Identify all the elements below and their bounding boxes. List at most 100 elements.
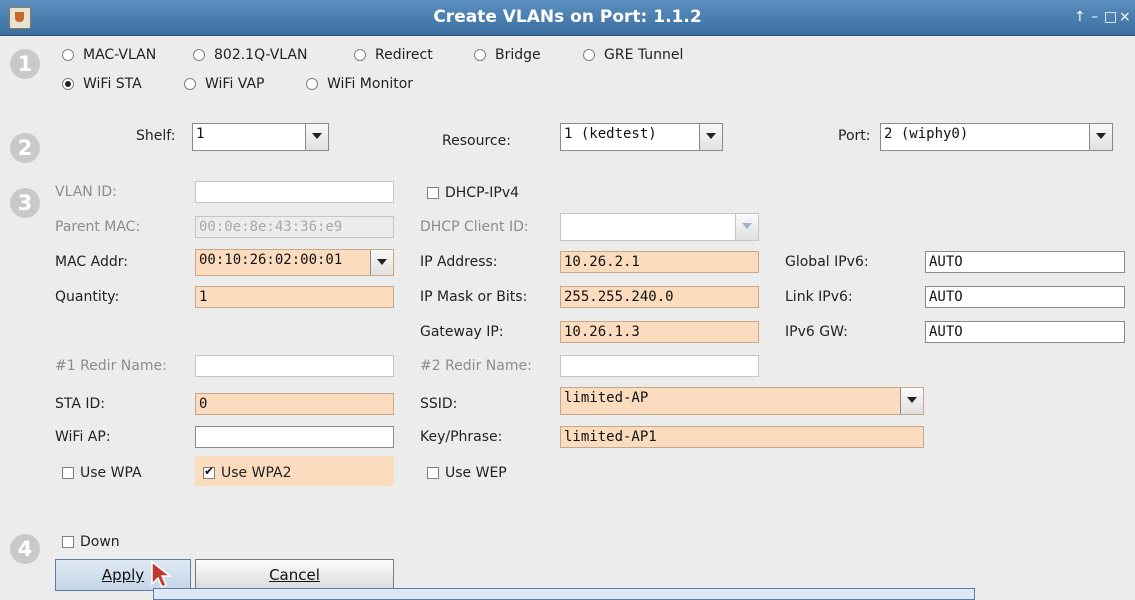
apply-button-label: Apply (101, 566, 145, 584)
checkbox-box-checked (203, 464, 215, 479)
dhcp-client-select (560, 213, 759, 241)
dhcp-ipv4-checkbox[interactable]: DHCP-IPv4 (427, 185, 519, 201)
close-icon[interactable]: × (1119, 8, 1131, 26)
shelf-label: Shelf: (136, 128, 176, 144)
vlan-id-label: VLAN ID: (55, 184, 117, 200)
chevron-down-icon[interactable] (370, 250, 393, 275)
redir2-field[interactable] (560, 355, 759, 377)
radio-label: Bridge (495, 47, 541, 63)
quantity-label: Quantity: (55, 289, 120, 305)
radio-circle (184, 78, 196, 90)
mac-addr-label: MAC Addr: (55, 254, 128, 270)
link-ipv6-label: Link IPv6: (785, 289, 853, 305)
radio-label: WiFi VAP (205, 76, 265, 92)
radio-8021q-vlan[interactable]: 802.1Q-VLAN (193, 47, 307, 63)
radio-redirect[interactable]: Redirect (354, 47, 433, 63)
use-wep-checkbox[interactable]: Use WEP (427, 465, 507, 481)
radio-label: MAC-VLAN (83, 47, 157, 63)
chevron-down-icon (735, 214, 758, 240)
minimize-icon[interactable]: – (1091, 8, 1098, 26)
ipv6-gw-label: IPv6 GW: (785, 324, 848, 340)
ip-address-field[interactable]: 10.26.2.1 (560, 251, 759, 273)
radio-circle (193, 49, 205, 61)
checkbox-box (62, 536, 74, 548)
wifi-ap-field[interactable] (195, 426, 394, 448)
radio-circle (306, 78, 318, 90)
global-ipv6-label: Global IPv6: (785, 254, 869, 270)
radio-label: WiFi Monitor (327, 76, 414, 92)
redir1-field[interactable] (195, 355, 394, 377)
chevron-down-icon[interactable] (305, 124, 328, 150)
step-1-badge: 1 (10, 49, 40, 79)
redir1-label: #1 Redir Name: (55, 358, 167, 374)
radio-wifi-monitor[interactable]: WiFi Monitor (306, 76, 413, 92)
ip-mask-field[interactable]: 255.255.240.0 (560, 286, 759, 308)
ssid-label: SSID: (420, 396, 458, 412)
step-4-badge: 4 (10, 534, 40, 564)
radio-bridge[interactable]: Bridge (474, 47, 541, 63)
ip-mask-label: IP Mask or Bits: (420, 289, 528, 305)
radio-mac-vlan[interactable]: MAC-VLAN (62, 47, 156, 63)
shelf-value: 1 (196, 126, 205, 142)
radio-gre-tunnel[interactable]: GRE Tunnel (583, 47, 683, 63)
radio-label: GRE Tunnel (604, 47, 684, 63)
maximize-icon[interactable]: □ (1104, 8, 1117, 26)
sta-id-field[interactable]: 0 (195, 393, 394, 415)
checkbox-box (427, 467, 439, 479)
gateway-ip-label: Gateway IP: (420, 324, 504, 340)
cancel-button-label: Cancel (269, 566, 320, 584)
checkbox-label: Use WEP (445, 465, 507, 481)
wifi-ap-label: WiFi AP: (55, 429, 111, 445)
resource-select[interactable]: 1 (kedtest) (560, 123, 723, 151)
title-bar: Create VLANs on Port: 1.1.2 ↑ – □ × (0, 0, 1135, 36)
radio-circle (62, 49, 74, 61)
mac-addr-select[interactable]: 00:10:26:02:00:01 (195, 249, 394, 276)
step-2-badge: 2 (10, 133, 40, 163)
quantity-field[interactable]: 1 (195, 286, 394, 308)
radio-circle (474, 49, 486, 61)
dhcp-client-label: DHCP Client ID: (420, 219, 529, 235)
checkbox-label: Down (80, 534, 120, 550)
vlan-id-field[interactable] (195, 181, 394, 203)
resource-label: Resource: (442, 133, 511, 149)
parent-mac-label: Parent MAC: (55, 219, 141, 235)
restore-icon[interactable]: ↑ (1074, 8, 1086, 26)
use-wpa2-checkbox[interactable]: Use WPA2 (203, 464, 292, 481)
use-wpa-checkbox[interactable]: Use WPA (62, 465, 142, 481)
mac-addr-value: 00:10:26:02:00:01 (199, 252, 343, 268)
radio-label: WiFi STA (83, 76, 142, 92)
chevron-down-icon[interactable] (1089, 124, 1112, 150)
radio-label: Redirect (375, 47, 433, 63)
ip-address-label: IP Address: (420, 254, 498, 270)
key-phrase-field[interactable]: limited-AP1 (560, 426, 924, 448)
resource-value: 1 (kedtest) (564, 126, 657, 142)
ssid-select[interactable]: limited-AP (560, 387, 924, 415)
checkbox-box (62, 467, 74, 479)
parent-mac-field: 00:0e:8e:43:36:e9 (195, 216, 394, 238)
checkbox-label: Use WPA (80, 465, 142, 481)
checkbox-label: DHCP-IPv4 (445, 185, 520, 201)
radio-circle (354, 49, 366, 61)
tooltip (153, 588, 975, 600)
checkbox-label: Use WPA2 (221, 465, 292, 481)
ssid-value: limited-AP (564, 390, 649, 406)
ipv6-gw-field[interactable]: AUTO (925, 321, 1125, 343)
link-ipv6-field[interactable]: AUTO (925, 286, 1125, 308)
radio-circle-selected (62, 78, 74, 90)
redir2-label: #2 Redir Name: (420, 358, 532, 374)
mouse-pointer-icon (151, 560, 173, 589)
chevron-down-icon[interactable] (699, 124, 722, 150)
port-value: 2 (wiphy0) (884, 126, 969, 142)
window-title: Create VLANs on Port: 1.1.2 (433, 7, 702, 27)
gateway-ip-field[interactable]: 10.26.1.3 (560, 321, 759, 343)
shelf-select[interactable]: 1 (192, 123, 329, 151)
chevron-down-icon[interactable] (900, 388, 923, 414)
port-label: Port: (838, 128, 871, 144)
radio-wifi-sta[interactable]: WiFi STA (62, 76, 142, 92)
cancel-button[interactable]: Cancel (195, 559, 394, 591)
down-checkbox[interactable]: Down (62, 534, 120, 550)
global-ipv6-field[interactable]: AUTO (925, 251, 1125, 273)
port-select[interactable]: 2 (wiphy0) (880, 123, 1113, 151)
radio-wifi-vap[interactable]: WiFi VAP (184, 76, 265, 92)
key-phrase-label: Key/Phrase: (420, 429, 503, 445)
